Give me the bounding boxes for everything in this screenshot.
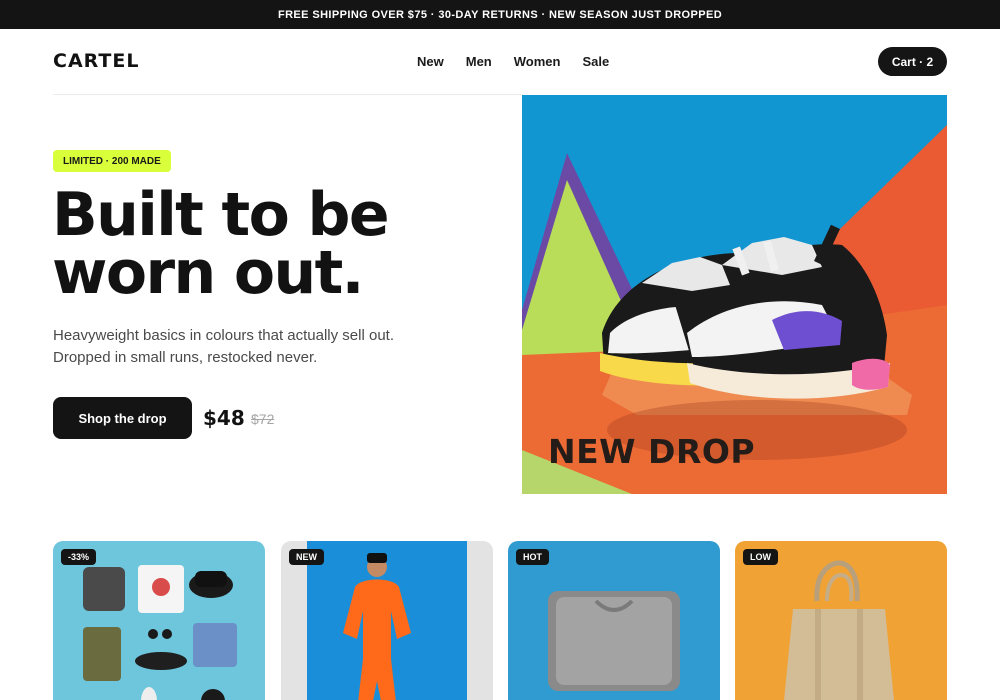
product-card-3[interactable]: HOT: [508, 541, 720, 700]
site-header: CARTEL New Men Women Sale Cart · 2: [0, 29, 1000, 95]
product-card-1[interactable]: -33%: [53, 541, 265, 700]
product-card-2[interactable]: NEW: [281, 541, 493, 700]
original-price: $72: [251, 411, 275, 427]
discount-tag: -33%: [61, 549, 97, 565]
header-divider: [53, 94, 523, 95]
subtitle-line-2: Dropped in small runs, restocked never.: [53, 349, 318, 366]
current-price: $48: [203, 406, 245, 430]
hero-subtitle: Heavyweight basics in colours that actua…: [53, 325, 433, 369]
low-stock-tag: LOW: [743, 549, 778, 565]
new-tag: NEW: [289, 549, 324, 565]
headline-line-2: worn out.: [52, 238, 364, 308]
headline-line-1: Built to be: [52, 180, 390, 250]
new-drop-label: NEW DROP: [548, 432, 756, 471]
product-card-4[interactable]: LOW: [735, 541, 947, 700]
shop-the-drop-button[interactable]: Shop the drop: [53, 397, 192, 439]
cart-button[interactable]: Cart · 2: [878, 47, 947, 76]
nav-link-women[interactable]: Women: [514, 54, 561, 69]
announcement-text: FREE SHIPPING OVER $75 · 30-DAY RETURNS …: [277, 8, 723, 21]
hero-sneaker-image[interactable]: NEW DROP: [522, 95, 947, 494]
limited-badge: LIMITED · 200 MADE: [53, 150, 171, 172]
hero-headline: Built to be worn out.: [52, 180, 390, 308]
main-nav: New Men Women Sale: [417, 54, 609, 69]
brand-logo[interactable]: CARTEL: [53, 50, 139, 72]
nav-link-men[interactable]: Men: [466, 54, 492, 69]
nav-link-new[interactable]: New: [417, 54, 444, 69]
hot-tag: HOT: [516, 549, 549, 565]
announcement-bar: FREE SHIPPING OVER $75 · 30-DAY RETURNS …: [0, 0, 1000, 29]
nav-link-sale[interactable]: Sale: [582, 54, 609, 69]
subtitle-line-1: Heavyweight basics in colours that actua…: [53, 327, 395, 344]
